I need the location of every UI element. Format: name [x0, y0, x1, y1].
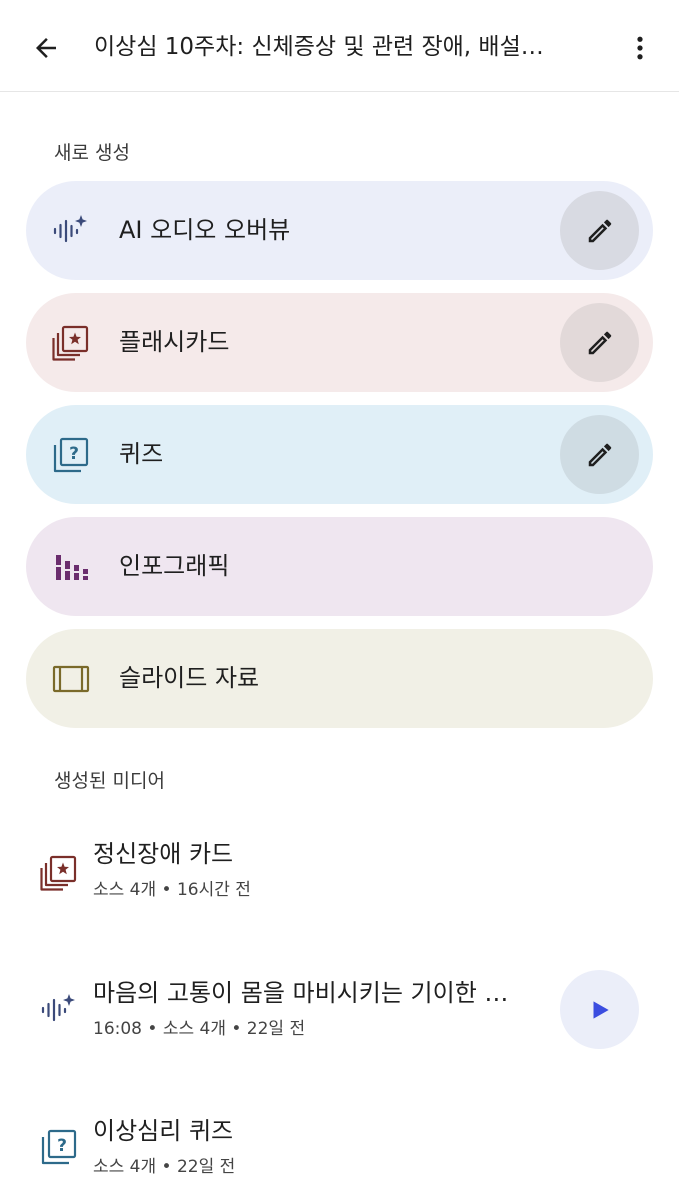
media-item-title: 정신장애 카드: [93, 840, 234, 868]
customize-quiz-button[interactable]: [560, 415, 639, 494]
pencil-icon: [588, 443, 611, 466]
more-vertical-icon: [637, 36, 643, 60]
media-item-flashcards[interactable]: 정신장애 카드 소스 4개 • 16시간 전: [0, 820, 679, 930]
arrow-left-icon: [36, 38, 56, 58]
infographic-label: 인포그래픽: [119, 552, 230, 580]
flashcard-star-icon: [52, 325, 89, 361]
create-quiz-button[interactable]: ? 퀴즈: [26, 405, 653, 504]
media-section-label: 생성된 미디어: [54, 770, 165, 792]
media-item-quiz[interactable]: ? 이상심리 퀴즈 소스 4개 • 22일 전: [0, 1100, 679, 1200]
back-button[interactable]: [24, 26, 68, 70]
slides-icon: [52, 665, 90, 693]
flashcard-star-icon: [40, 855, 77, 891]
create-flashcards-button[interactable]: 플래시카드: [26, 293, 653, 392]
create-section-label: 새로 생성: [54, 142, 130, 164]
pencil-icon: [588, 331, 611, 354]
svg-text:?: ?: [69, 444, 79, 464]
more-options-button[interactable]: [618, 26, 662, 70]
audio-sparkle-icon: [41, 994, 75, 1022]
svg-text:?: ?: [57, 1136, 67, 1156]
quiz-question-icon: ?: [41, 1129, 77, 1165]
create-slides-button[interactable]: 슬라이드 자료: [26, 629, 653, 728]
create-audio-overview-button[interactable]: AI 오디오 오버뷰: [26, 181, 653, 280]
quiz-question-icon: ?: [53, 437, 89, 473]
top-app-bar: 이상심 10주차: 신체증상 및 관련 장애, 배설…: [0, 0, 679, 92]
media-item-subtitle: 16:08 • 소스 4개 • 22일 전: [93, 1019, 306, 1039]
slides-label: 슬라이드 자료: [119, 664, 260, 692]
media-item-subtitle: 소스 4개 • 16시간 전: [93, 880, 251, 900]
play-button[interactable]: [560, 970, 639, 1049]
media-item-subtitle: 소스 4개 • 22일 전: [93, 1157, 236, 1177]
customize-audio-overview-button[interactable]: [560, 191, 639, 270]
notebook-title: 이상심 10주차: 신체증상 및 관련 장애, 배설…: [94, 34, 544, 60]
pencil-icon: [588, 219, 611, 242]
media-item-audio[interactable]: 마음의 고통이 몸을 마비시키는 기이한 … 16:08 • 소스 4개 • 2…: [0, 960, 679, 1070]
audio-sparkle-icon: [53, 215, 87, 243]
customize-flashcards-button[interactable]: [560, 303, 639, 382]
quiz-label: 퀴즈: [119, 440, 164, 468]
media-item-title: 이상심리 퀴즈: [93, 1117, 234, 1145]
flashcards-label: 플래시카드: [119, 328, 230, 356]
play-icon: [593, 1000, 609, 1019]
infographic-bars-icon: [56, 555, 88, 580]
media-item-title: 마음의 고통이 몸을 마비시키는 기이한 …: [93, 979, 509, 1007]
create-infographic-button[interactable]: 인포그래픽: [26, 517, 653, 616]
audio-overview-label: AI 오디오 오버뷰: [119, 216, 291, 244]
